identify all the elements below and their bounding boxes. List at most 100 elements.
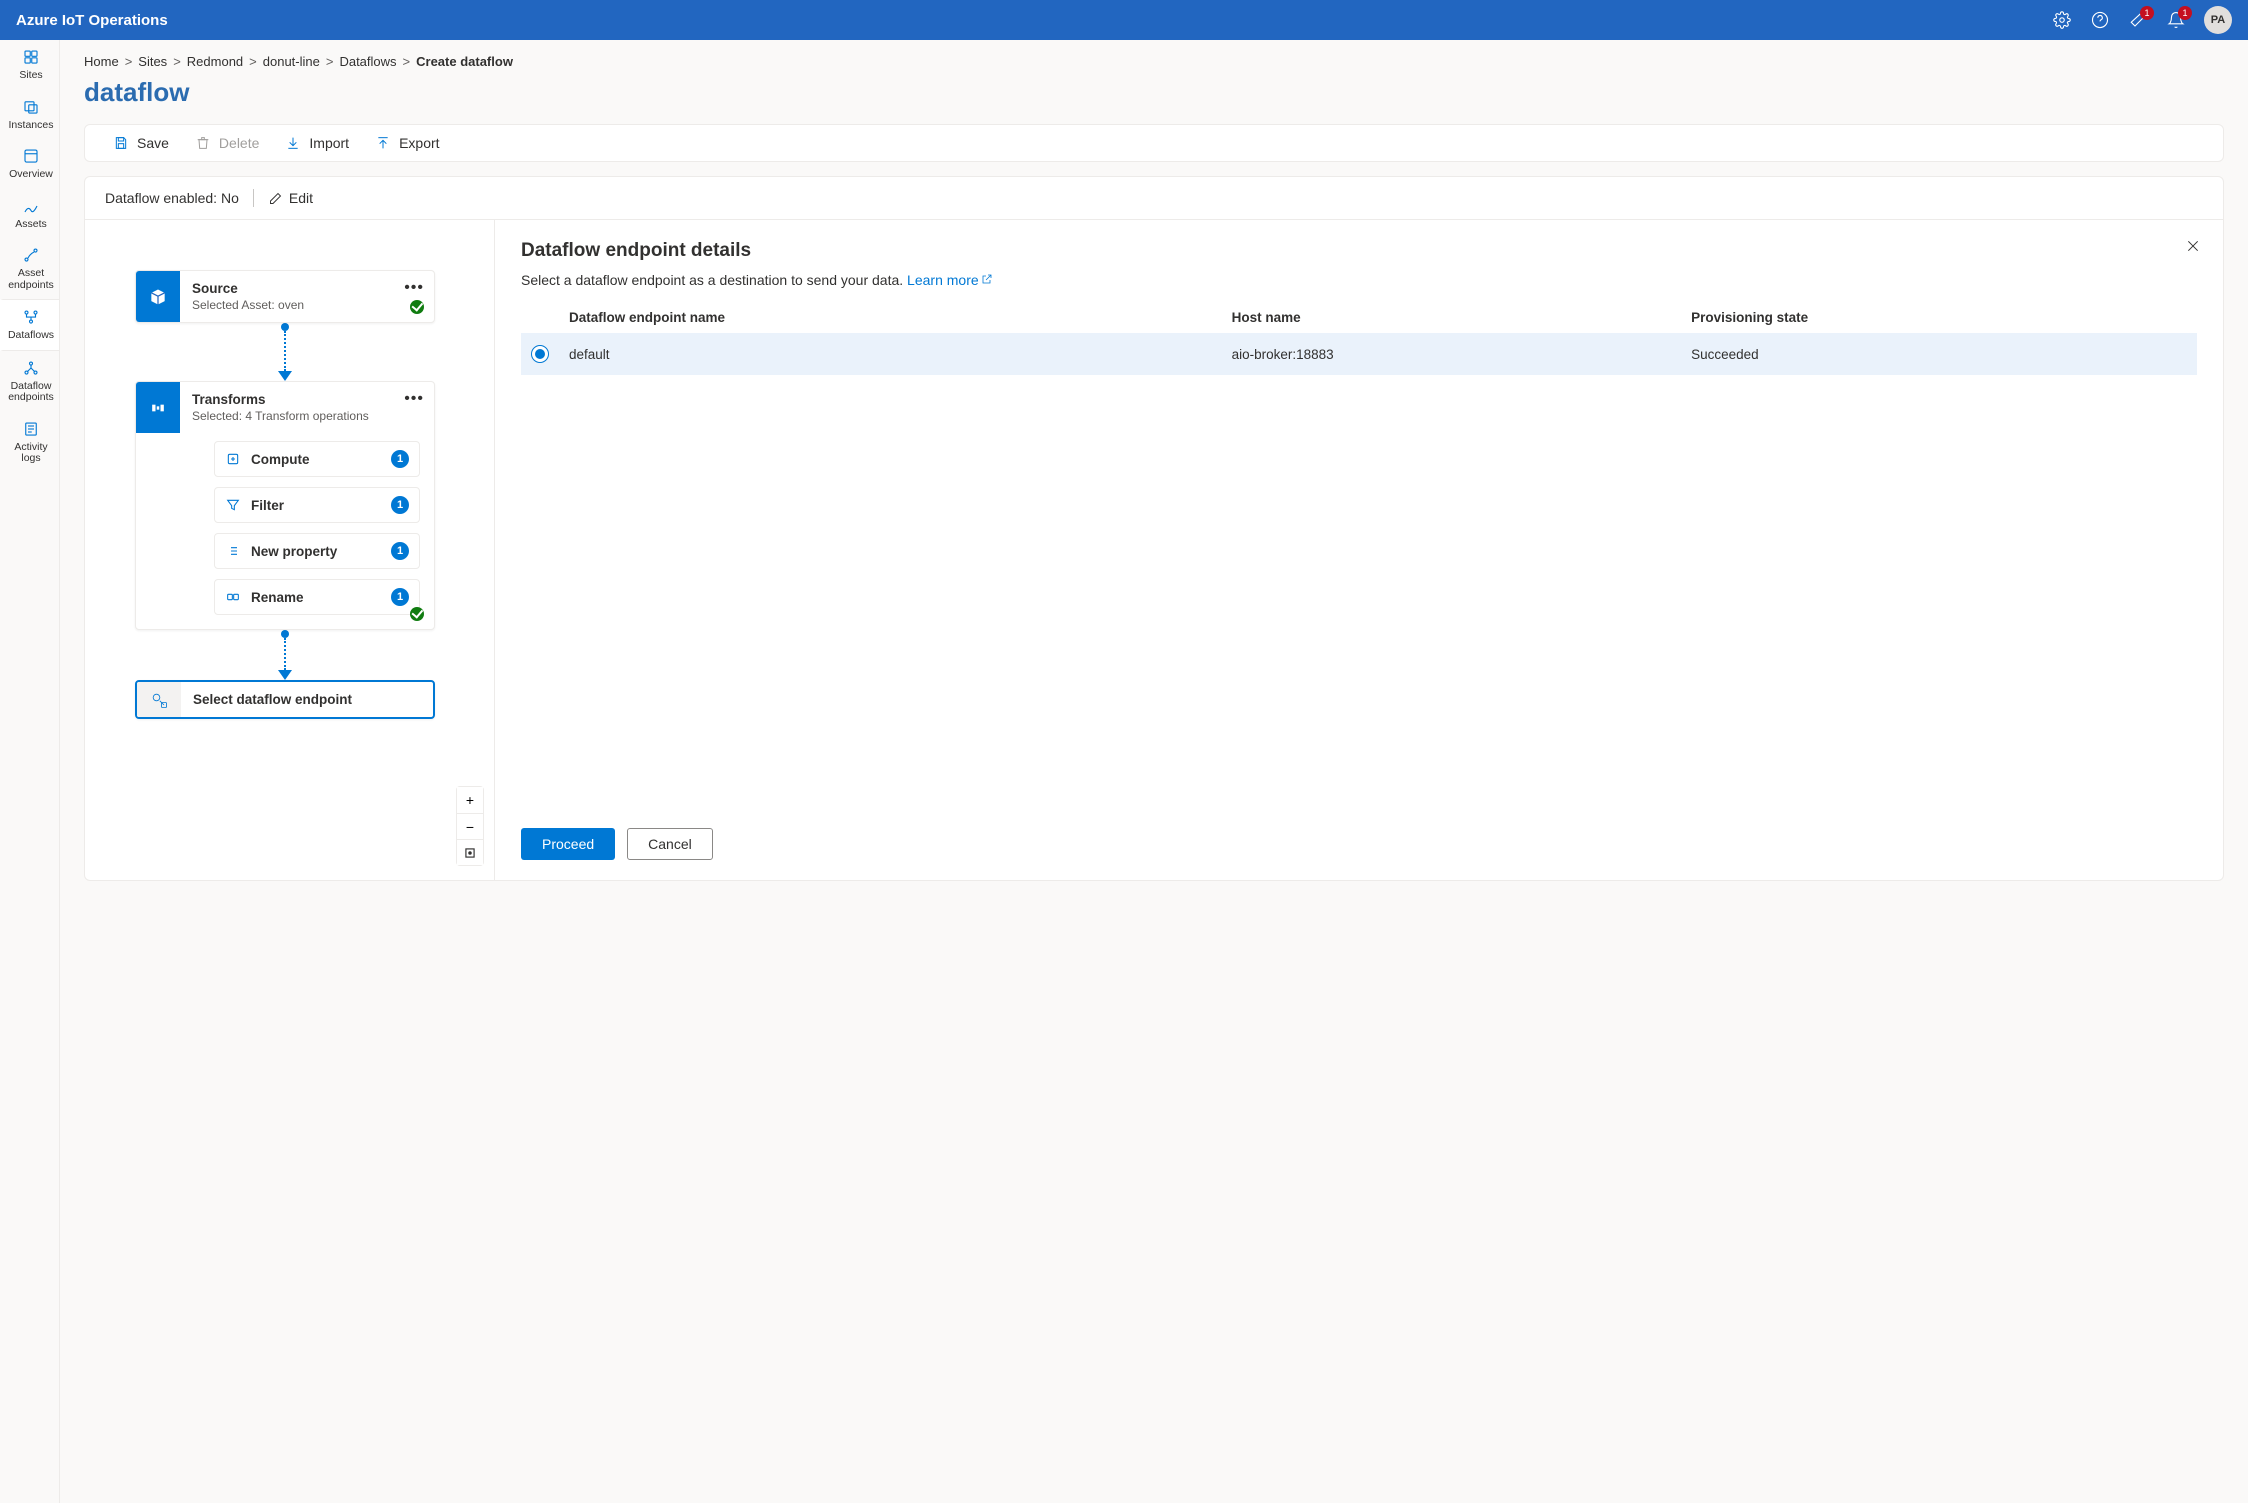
- delete-label: Delete: [219, 135, 259, 151]
- transforms-node[interactable]: Transforms Selected: 4 Transform operati…: [135, 381, 435, 630]
- zoom-out-button[interactable]: −: [457, 813, 483, 839]
- list-icon: [225, 543, 241, 559]
- alerts-badge: 1: [2140, 6, 2154, 20]
- nav-item-assets[interactable]: Assets: [0, 189, 59, 239]
- panel-description: Select a dataflow endpoint as a destinat…: [521, 272, 2197, 288]
- close-button[interactable]: [2185, 238, 2201, 257]
- connector: [135, 323, 435, 381]
- nav-label: Asset endpoints: [5, 268, 57, 291]
- save-button[interactable]: Save: [113, 135, 169, 151]
- row-radio[interactable]: [531, 345, 549, 363]
- main-content: Home> Sites> Redmond> donut-line> Datafl…: [60, 40, 2248, 1503]
- source-more-icon[interactable]: •••: [404, 279, 424, 297]
- import-button[interactable]: Import: [285, 135, 349, 151]
- external-link-icon: [981, 272, 993, 284]
- source-sub: Selected Asset: oven: [192, 298, 422, 312]
- header-actions: 1 1 PA: [2052, 6, 2232, 34]
- filter-icon: [225, 497, 241, 513]
- source-stripe: [136, 271, 180, 322]
- dataflows-icon: [22, 308, 40, 326]
- nav-label: Assets: [15, 219, 47, 231]
- settings-icon[interactable]: [2052, 10, 2072, 30]
- zoom-fit-button[interactable]: [457, 839, 483, 865]
- import-label: Import: [309, 135, 349, 151]
- overview-icon: [22, 147, 40, 165]
- close-icon: [2185, 238, 2201, 254]
- compute-icon: [225, 451, 241, 467]
- breadcrumb-home[interactable]: Home: [84, 54, 119, 69]
- transforms-sub: Selected: 4 Transform operations: [192, 409, 422, 423]
- transforms-status-ok-icon: [410, 607, 424, 621]
- endpoint-table: Dataflow endpoint name Host name Provisi…: [521, 302, 2197, 375]
- export-button[interactable]: Export: [375, 135, 439, 151]
- activity-logs-icon: [22, 420, 40, 438]
- nav-label: Instances: [9, 120, 54, 132]
- brand-title: Azure IoT Operations: [16, 12, 168, 29]
- row-state: Succeeded: [1681, 333, 2197, 375]
- endpoint-icon: [149, 690, 169, 710]
- destination-node[interactable]: Select dataflow endpoint: [135, 680, 435, 719]
- nav-item-dataflows[interactable]: Dataflows: [0, 299, 59, 351]
- transform-new-property[interactable]: New property 1: [214, 533, 420, 569]
- notifications-badge: 1: [2178, 6, 2192, 20]
- designer-card: Dataflow enabled: No Edit So: [84, 176, 2224, 881]
- breadcrumb-donut-line[interactable]: donut-line: [263, 54, 320, 69]
- alerts-icon[interactable]: 1: [2128, 10, 2148, 30]
- source-title: Source: [192, 281, 422, 296]
- nav-item-dataflow-endpoints[interactable]: Dataflow endpoints: [0, 351, 59, 412]
- child-label: Rename: [251, 590, 381, 605]
- nav-label: Sites: [19, 70, 42, 82]
- edit-icon: [268, 191, 283, 206]
- fit-icon: [463, 846, 477, 860]
- zoom-in-button[interactable]: +: [457, 787, 483, 813]
- breadcrumb-dataflows[interactable]: Dataflows: [339, 54, 396, 69]
- transform-rename[interactable]: Rename 1: [214, 579, 420, 615]
- source-status-ok-icon: [410, 300, 424, 314]
- transforms-icon: [148, 398, 168, 418]
- edit-label: Edit: [289, 190, 313, 206]
- delete-icon: [195, 135, 211, 151]
- dataflow-endpoints-icon: [22, 359, 40, 377]
- child-count: 1: [391, 450, 409, 468]
- nav-item-activity-logs[interactable]: Activity logs: [0, 412, 59, 473]
- left-nav: Sites Instances Overview Assets Asset en…: [0, 40, 60, 1503]
- row-name: default: [559, 333, 1222, 375]
- nav-item-sites[interactable]: Sites: [0, 40, 59, 90]
- export-icon: [375, 135, 391, 151]
- breadcrumb-sites[interactable]: Sites: [138, 54, 167, 69]
- breadcrumb-redmond[interactable]: Redmond: [187, 54, 243, 69]
- col-host: Host name: [1222, 302, 1682, 333]
- nav-item-overview[interactable]: Overview: [0, 139, 59, 189]
- import-icon: [285, 135, 301, 151]
- transform-filter[interactable]: Filter 1: [214, 487, 420, 523]
- canvas: Source Selected Asset: oven •••: [85, 220, 495, 880]
- transforms-more-icon[interactable]: •••: [404, 390, 424, 408]
- user-avatar[interactable]: PA: [2204, 6, 2232, 34]
- learn-more-link[interactable]: Learn more: [907, 272, 993, 288]
- nav-item-asset-endpoints[interactable]: Asset endpoints: [0, 238, 59, 299]
- sites-icon: [22, 48, 40, 66]
- help-icon[interactable]: [2090, 10, 2110, 30]
- save-label: Save: [137, 135, 169, 151]
- nav-item-instances[interactable]: Instances: [0, 90, 59, 140]
- dataflow-enabled-label: Dataflow enabled: No: [105, 190, 239, 206]
- rename-icon: [225, 589, 241, 605]
- cancel-button[interactable]: Cancel: [627, 828, 713, 860]
- edit-button[interactable]: Edit: [268, 190, 313, 206]
- col-state: Provisioning state: [1681, 302, 2197, 333]
- destination-title: Select dataflow endpoint: [193, 692, 352, 707]
- divider: [253, 189, 254, 207]
- page-title: dataflow: [84, 77, 2224, 108]
- nav-label: Overview: [9, 169, 53, 181]
- toolbar: Save Delete Import Export: [84, 124, 2224, 162]
- export-label: Export: [399, 135, 439, 151]
- proceed-button[interactable]: Proceed: [521, 828, 615, 860]
- table-row[interactable]: default aio-broker:18883 Succeeded: [521, 333, 2197, 375]
- notifications-icon[interactable]: 1: [2166, 10, 2186, 30]
- source-node[interactable]: Source Selected Asset: oven •••: [135, 270, 435, 323]
- panel-footer: Proceed Cancel: [521, 828, 2197, 860]
- nav-label: Dataflows: [8, 330, 54, 342]
- child-label: Compute: [251, 452, 381, 467]
- status-row: Dataflow enabled: No Edit: [85, 177, 2223, 220]
- transform-compute[interactable]: Compute 1: [214, 441, 420, 477]
